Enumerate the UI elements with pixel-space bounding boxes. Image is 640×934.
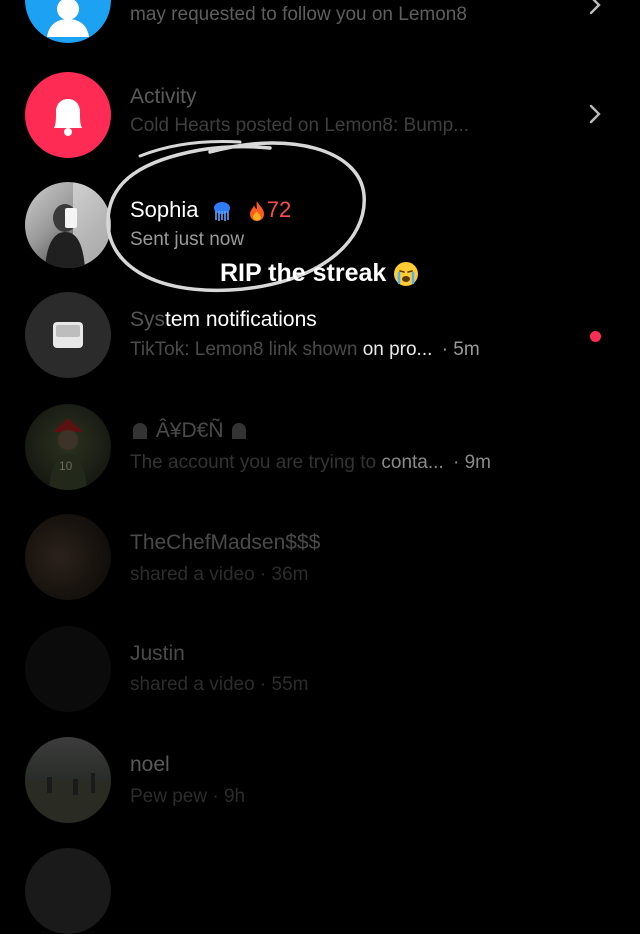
system-title-bright: tem notifications (165, 308, 317, 331)
inbox-row-aden[interactable]: 10 Â¥D€Ñ The account you are trying to c… (0, 404, 640, 494)
noel-photo (25, 773, 111, 823)
system-avatar (25, 292, 111, 378)
overlay-caption: RIP the streak (220, 259, 419, 288)
activity-avatar (25, 72, 111, 158)
system-subtitle: TikTok: Lemon8 link shown on pro... · 5m (130, 339, 480, 361)
aden-subtitle: The account you are trying to conta... ·… (130, 452, 491, 474)
activity-subtitle: Cold Hearts posted on Lemon8: Bump... (130, 115, 470, 136)
aden-time: · 9m (452, 452, 491, 473)
inbox-row-thechefmadsen[interactable]: TheChefMadsen$$$ shared a video · 36m (0, 514, 640, 604)
justin-avatar (25, 626, 111, 712)
system-title: System notifications (130, 308, 317, 332)
svg-text:10: 10 (59, 459, 73, 473)
inbox-row-noel[interactable]: noel Pew pew · 9h (0, 737, 640, 827)
sophia-photo (45, 182, 111, 268)
follow-requests-subtitle: may requested to follow you on Lemon8 (130, 4, 467, 25)
noel-avatar (25, 737, 111, 823)
sophia-name-text: Sophia (130, 197, 199, 222)
aden-title-text: Â¥D€Ñ (155, 419, 224, 442)
person-icon (47, 0, 89, 37)
justin-subtitle: shared a video · 55m (130, 674, 309, 695)
activity-title: Activity (130, 85, 197, 108)
inbox-row-activity[interactable]: Activity Cold Hearts posted on Lemon8: B… (0, 72, 640, 162)
fire-icon (249, 201, 264, 222)
noel-subtitle: Pew pew · 9h (130, 786, 246, 807)
inbox-row-system-notifications[interactable]: System notifications TikTok: Lemon8 link… (0, 292, 640, 382)
system-time: · 5m (441, 339, 480, 360)
system-title-dim: Sys (130, 308, 166, 331)
follow-requests-avatar (25, 0, 111, 43)
bell-icon (54, 99, 82, 136)
crying-face-icon (394, 262, 419, 287)
aden-photo: 10 (49, 418, 87, 490)
aden-subtitle-bright: conta... (381, 452, 444, 473)
aden-title: Â¥D€Ñ (130, 419, 249, 443)
jellyfish-icon (213, 202, 230, 222)
chevron-right-icon (589, 0, 601, 15)
sophia-name: Sophia 72 (130, 197, 291, 223)
noel-title: noel (130, 753, 170, 776)
overlay-caption-text: RIP the streak (220, 259, 387, 287)
ghost-icon (133, 423, 147, 440)
justin-title: Justin (130, 642, 185, 665)
ghost-icon (232, 423, 247, 440)
sophia-subtitle: Sent just now (130, 229, 245, 250)
system-subtitle-dim: TikTok: Lemon8 link shown (130, 339, 363, 360)
next-row-avatar (25, 848, 111, 934)
system-subtitle-bright: on pro... (362, 339, 433, 360)
inbox-tray-icon (53, 322, 83, 348)
aden-avatar: 10 (25, 404, 111, 490)
sophia-avatar (25, 182, 111, 268)
inbox-row-follow-requests[interactable]: may requested to follow you on Lemon8 (0, 0, 640, 55)
unread-dot (590, 331, 601, 342)
thechefmadsen-subtitle: shared a video · 36m (130, 564, 309, 585)
streak-count: 72 (266, 197, 292, 222)
thechefmadsen-avatar (25, 514, 111, 600)
chevron-right-icon (589, 104, 601, 124)
inbox-row-justin[interactable]: Justin shared a video · 55m (0, 626, 640, 716)
aden-subtitle-dim: The account you are trying to (130, 452, 382, 473)
thechefmadsen-title: TheChefMadsen$$$ (130, 531, 321, 554)
